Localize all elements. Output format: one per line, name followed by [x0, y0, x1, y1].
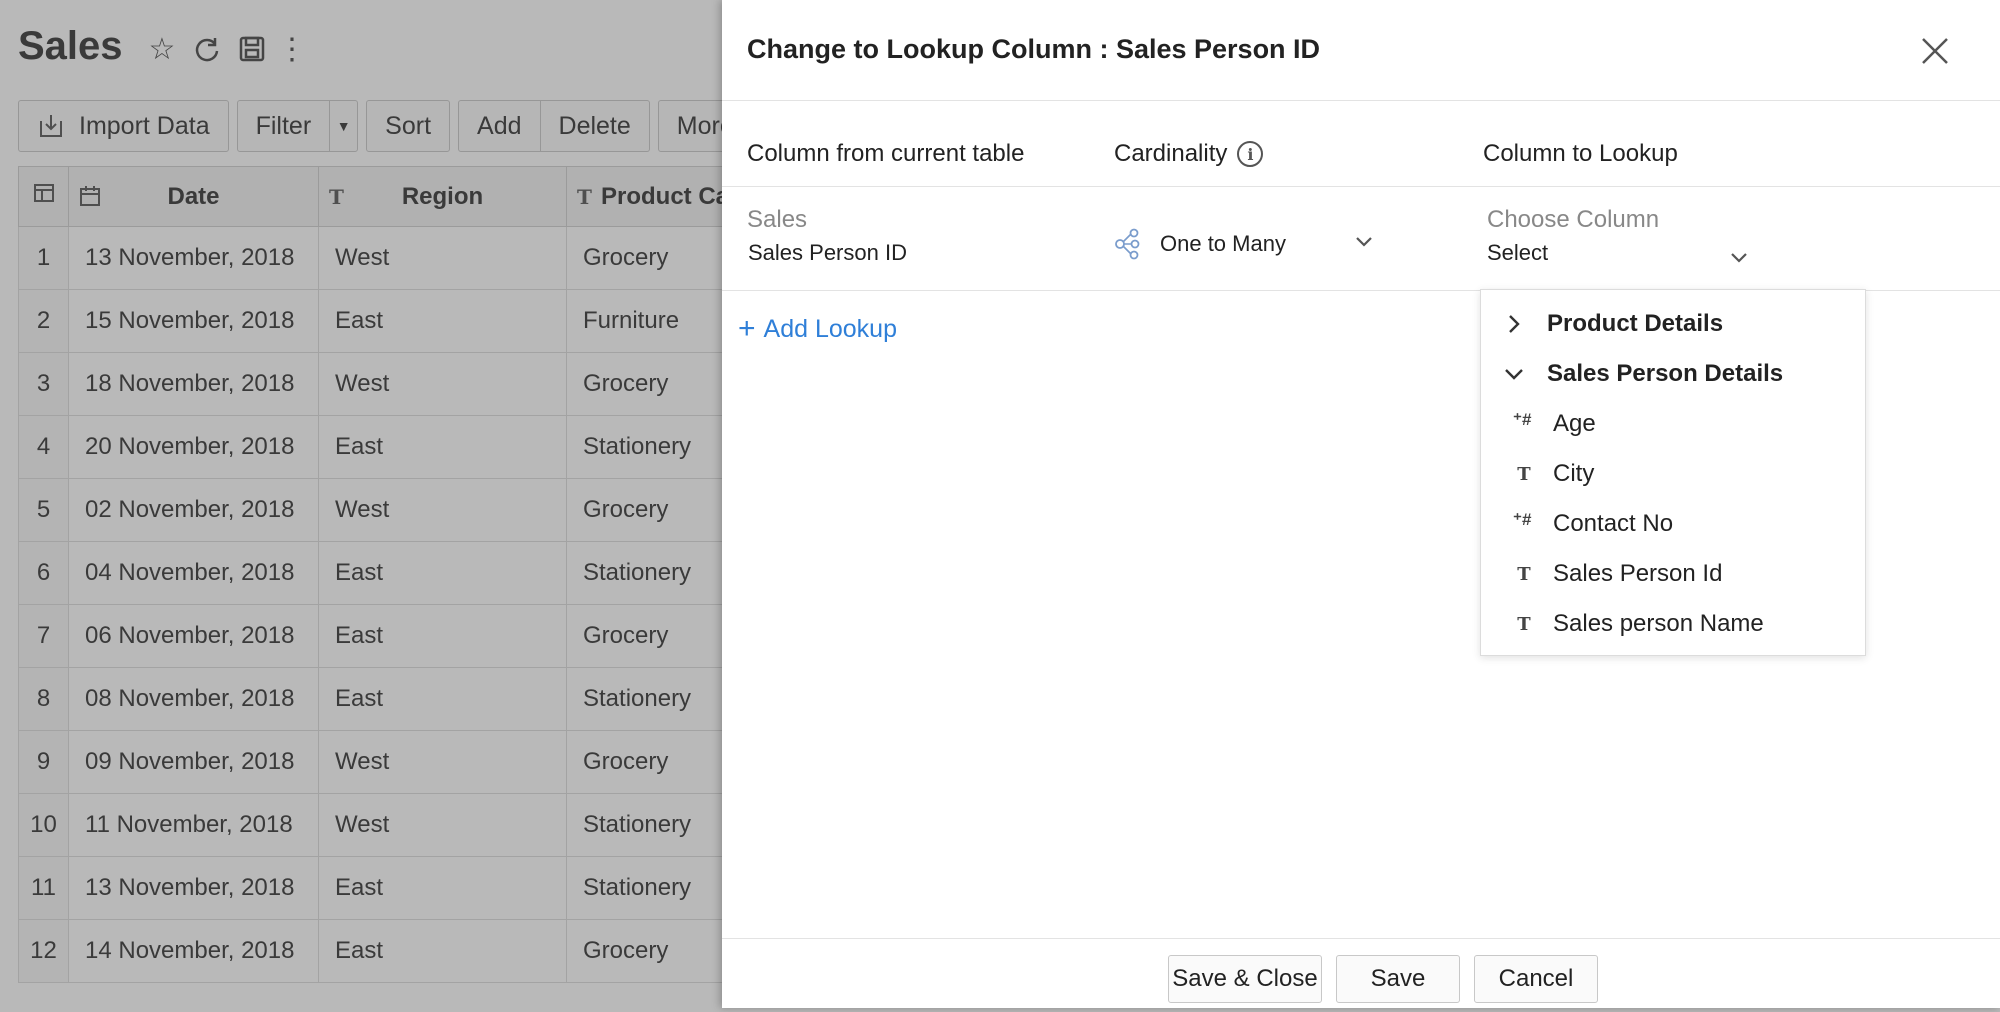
dialog-footer: Save & Close Save Cancel — [722, 938, 2000, 1008]
cardinality-header: Cardinality i — [1114, 140, 1264, 168]
dropdown-item-city[interactable]: T City — [1513, 454, 1594, 494]
choose-column-select[interactable]: Select — [1487, 240, 1749, 274]
item-label: Sales person Name — [1553, 610, 1764, 637]
column-dropdown-menu: Product Details Sales Person Details ⁺# … — [1480, 289, 1866, 656]
cardinality-select[interactable]: One to Many — [1114, 224, 1374, 264]
number-type-icon: ⁺# — [1513, 510, 1532, 529]
item-label: Sales Person Id — [1553, 560, 1723, 587]
source-column-name: Sales Person ID — [748, 240, 907, 265]
divider — [722, 186, 2000, 187]
one-to-many-icon — [1115, 228, 1140, 260]
cancel-button[interactable]: Cancel — [1474, 955, 1598, 1003]
save-and-close-button[interactable]: Save & Close — [1168, 955, 1322, 1003]
choose-column-value: Select — [1487, 240, 1549, 265]
change-to-lookup-dialog: Change to Lookup Column : Sales Person I… — [722, 0, 2000, 1008]
group-label: Product Details — [1547, 310, 1724, 337]
info-icon[interactable]: i — [1237, 141, 1264, 167]
plus-icon: + — [738, 312, 756, 345]
divider — [722, 100, 2000, 101]
number-type-icon: ⁺# — [1513, 410, 1532, 429]
dropdown-item-contact-no[interactable]: ⁺# Contact No — [1513, 504, 1673, 544]
column-to-lookup-header: Column to Lookup — [1483, 140, 1678, 167]
dropdown-group-product-details[interactable]: Product Details — [1501, 304, 1723, 344]
item-label: Contact No — [1553, 510, 1674, 537]
chevron-down-icon — [1731, 253, 1747, 263]
source-table-name: Sales — [747, 206, 808, 233]
text-type-icon: T — [1517, 463, 1531, 485]
cardinality-label: Cardinality — [1114, 140, 1228, 167]
add-lookup-label: Add Lookup — [763, 314, 897, 343]
dropdown-item-age[interactable]: ⁺# Age — [1513, 404, 1596, 444]
save-button[interactable]: Save — [1336, 955, 1460, 1003]
choose-column-label: Choose Column — [1487, 206, 1660, 233]
add-lookup-link[interactable]: + Add Lookup — [738, 312, 897, 346]
item-label: Age — [1553, 410, 1596, 437]
dialog-title: Change to Lookup Column : Sales Person I… — [747, 34, 1321, 64]
cardinality-value: One to Many — [1160, 231, 1286, 256]
chevron-right-icon — [1509, 315, 1520, 333]
group-label: Sales Person Details — [1547, 360, 1784, 387]
chevron-down-icon — [1505, 369, 1523, 380]
dropdown-group-sales-person-details[interactable]: Sales Person Details — [1501, 354, 1783, 394]
text-type-icon: T — [1517, 563, 1531, 585]
item-label: City — [1553, 460, 1595, 487]
chevron-down-icon — [1356, 237, 1372, 247]
dropdown-item-sales-person-id[interactable]: T Sales Person Id — [1513, 554, 1722, 594]
dropdown-item-sales-person-name[interactable]: T Sales person Name — [1513, 604, 1764, 644]
text-type-icon: T — [1517, 613, 1531, 635]
current-table-column-header: Column from current table — [747, 140, 1025, 167]
close-icon[interactable] — [1918, 34, 1952, 68]
